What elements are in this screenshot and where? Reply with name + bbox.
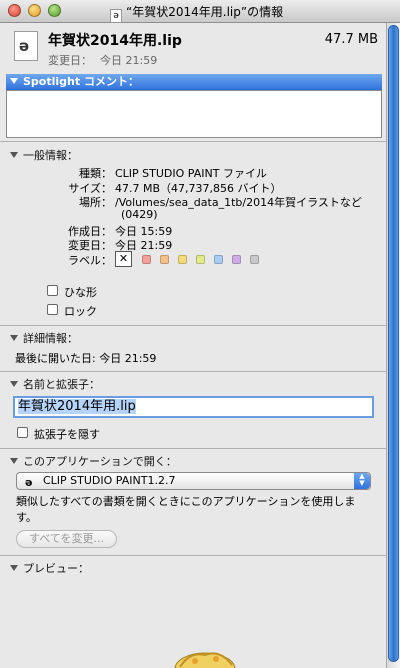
info-row-created: 作成日： 今日 15:59 [68,225,173,238]
disclosure-triangle-icon[interactable] [10,381,18,387]
divider [0,448,386,449]
label-color-swatch[interactable] [178,255,187,264]
file-header: ə 年賀状2014年用.lip 47.7 MB 変更日： 今日 21:59 [0,23,386,70]
modified-date: 変更日： 今日 21:59 [48,54,158,67]
stationery-label: ひな形 [64,286,97,299]
label-color-swatch[interactable] [232,255,241,264]
open-with-popup[interactable]: ə CLIP STUDIO PAINT1.2.7 ▲ ▼ [16,472,371,490]
preview-image [174,652,236,668]
info-row-kind: 種類： CLIP STUDIO PAINT ファイル [79,167,267,180]
label-color-swatch[interactable] [214,255,223,264]
scroll-thumb[interactable] [388,25,399,662]
window-title: ə “年賀状2014年用.lip”の情報 [110,3,283,23]
label-color-swatch[interactable] [142,255,151,264]
title-bar: ə “年賀状2014年用.lip”の情報 [0,0,400,23]
info-panel: ə 年賀状2014年用.lip 47.7 MB 変更日： 今日 21:59 Spo… [0,23,386,668]
hide-extension-label: 拡張子を隠す [34,428,100,441]
name-ext-section-header[interactable]: 名前と拡張子： [10,376,100,392]
info-row-modified: 変更日： 今日 21:59 [68,239,173,252]
divider [0,555,386,556]
divider [0,371,386,372]
label-none-button[interactable]: ✕ [115,251,132,267]
document-proxy-icon[interactable]: ə [110,9,122,23]
hide-extension-checkbox[interactable] [17,427,28,438]
file-size: 47.7 MB [324,32,378,47]
disclosure-triangle-icon[interactable] [10,335,18,341]
app-icon: ə [25,476,33,489]
info-row-location-cont: (0429) [121,208,158,221]
minimize-button[interactable] [28,4,41,17]
spotlight-comment-field[interactable] [6,90,382,138]
vertical-scrollbar[interactable] [386,23,400,668]
general-section-header[interactable]: 一般情報： [10,147,78,163]
spotlight-header[interactable]: Spotlight コメント： [6,74,382,90]
divider [0,325,386,326]
info-row-label: ラベル： [68,254,112,267]
locked-checkbox[interactable] [47,304,58,315]
open-with-section-header[interactable]: このアプリケーションで開く： [10,453,177,469]
disclosure-triangle-icon[interactable] [10,152,18,158]
divider [0,141,386,142]
change-all-button[interactable]: すべてを変更... [16,530,117,548]
file-name: 年賀状2014年用.lip [48,33,182,49]
stationery-checkbox[interactable] [47,285,58,296]
more-info-section-header[interactable]: 詳細情報： [10,330,78,346]
file-icon: ə [14,31,38,61]
open-with-description: 類似したすべての書類を開くときにこのアプリケーションを使用します。 [16,495,356,524]
disclosure-triangle-icon[interactable] [10,458,18,464]
info-row-size: サイズ： 47.7 MB（47,737,856 バイト） [68,182,282,195]
open-with-app: CLIP STUDIO PAINT1.2.7 [43,474,176,487]
label-color-swatch[interactable] [160,255,169,264]
close-button[interactable] [8,4,21,17]
zoom-button[interactable] [48,4,61,17]
window-title-text: “年賀状2014年用.lip”の情報 [126,5,284,19]
preview-section-header[interactable]: プレビュー： [10,560,89,576]
disclosure-triangle-icon[interactable] [10,565,18,571]
label-color-swatch[interactable] [250,255,259,264]
name-field[interactable]: 年賀状2014年用.lip [13,396,374,418]
info-row-location: 場所：/Volumes/sea_data_1tb/2014年賀イラストなど [79,196,362,209]
locked-label: ロック [64,305,97,318]
last-opened: 最後に開いた日: 今日 21:59 [15,352,157,365]
popup-arrows-icon: ▲ ▼ [354,473,370,489]
label-color-swatch[interactable] [196,255,205,264]
